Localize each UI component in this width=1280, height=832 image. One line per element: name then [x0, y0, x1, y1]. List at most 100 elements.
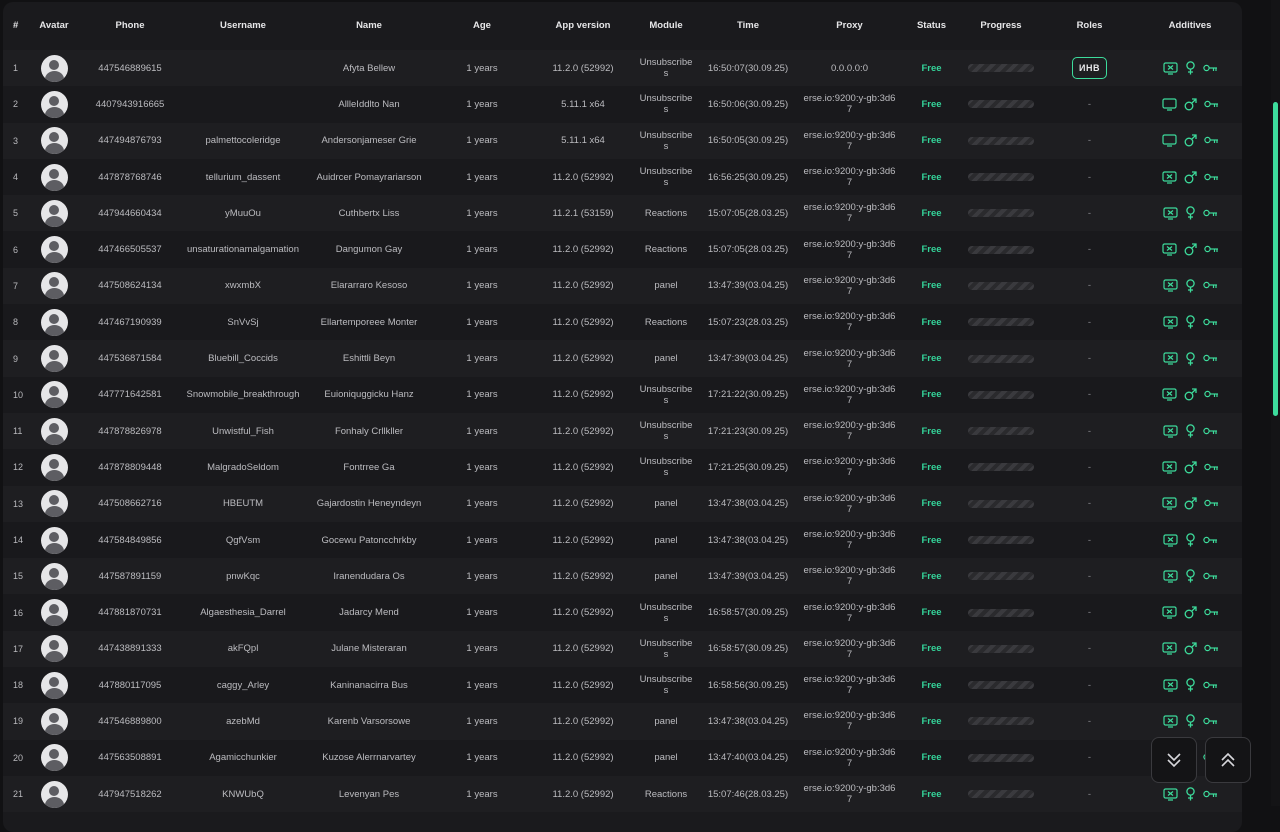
male-icon[interactable] — [1184, 170, 1197, 184]
male-icon[interactable] — [1184, 461, 1197, 474]
computer-x-icon[interactable] — [1161, 243, 1177, 256]
female-icon[interactable] — [1185, 424, 1196, 438]
avatar[interactable] — [40, 599, 68, 627]
computer-x-icon[interactable] — [1161, 388, 1177, 401]
table-row[interactable]: 10 447771642581 Snowmobile_breakthrough Eui… — [3, 376, 1242, 413]
table-row[interactable]: 8 447467190939 SnVvSj Ellartemporeee Monter… — [3, 304, 1242, 341]
female-icon[interactable] — [1185, 533, 1196, 547]
male-icon[interactable] — [1184, 134, 1197, 147]
key-icon[interactable] — [1202, 790, 1218, 799]
male-icon[interactable] — [1184, 497, 1197, 510]
header-num[interactable]: # — [3, 2, 29, 48]
key-icon[interactable] — [1202, 536, 1218, 545]
avatar[interactable] — [40, 707, 68, 735]
computer-x-icon[interactable] — [1162, 425, 1178, 438]
key-icon[interactable] — [1203, 173, 1219, 182]
computer-x-icon[interactable] — [1161, 606, 1177, 619]
male-icon[interactable] — [1184, 606, 1197, 619]
header-avatar[interactable]: Avatar — [29, 2, 79, 48]
key-icon[interactable] — [1202, 64, 1218, 73]
table-row[interactable]: 6 447466505537 unsaturationamalgamation Dan… — [3, 231, 1242, 268]
table-row[interactable]: 2 4407943916665 AllleIddlto Nan 1 years 5.11… — [3, 86, 1242, 123]
computer-x-icon[interactable] — [1162, 352, 1178, 365]
header-username[interactable]: Username — [181, 2, 305, 48]
key-icon[interactable] — [1202, 717, 1218, 726]
avatar[interactable] — [40, 562, 68, 590]
computer-x-icon[interactable] — [1162, 316, 1178, 329]
computer-x-icon[interactable] — [1161, 497, 1177, 510]
computer-x-icon[interactable] — [1161, 642, 1177, 655]
key-icon[interactable] — [1202, 572, 1218, 581]
key-icon[interactable] — [1203, 390, 1219, 399]
computer-x-icon[interactable] — [1162, 570, 1178, 583]
key-icon[interactable] — [1202, 427, 1218, 436]
female-icon[interactable] — [1185, 279, 1196, 293]
computer-x-icon[interactable] — [1161, 461, 1177, 474]
header-status[interactable]: Status — [900, 2, 963, 48]
key-icon[interactable] — [1203, 136, 1219, 145]
female-icon[interactable] — [1185, 678, 1196, 692]
key-icon[interactable] — [1203, 100, 1219, 109]
monitor-icon[interactable] — [1161, 98, 1177, 111]
female-icon[interactable] — [1185, 206, 1196, 220]
monitor-icon[interactable] — [1161, 134, 1177, 147]
avatar[interactable] — [40, 54, 68, 82]
female-icon[interactable] — [1185, 61, 1196, 75]
key-icon[interactable] — [1203, 463, 1219, 472]
header-app-version[interactable]: App version — [531, 2, 635, 48]
key-icon[interactable] — [1203, 245, 1219, 254]
computer-x-icon[interactable] — [1161, 170, 1177, 184]
header-additives[interactable]: Additives — [1140, 2, 1240, 48]
table-row[interactable]: 21 447947518262 KNWUbQ Levenyan Pes 1 years 1… — [3, 775, 1242, 813]
computer-x-icon[interactable] — [1162, 787, 1178, 801]
avatar[interactable] — [40, 127, 68, 155]
avatar[interactable] — [40, 90, 68, 118]
female-icon[interactable] — [1185, 351, 1196, 366]
female-icon[interactable] — [1185, 787, 1196, 801]
computer-x-icon[interactable] — [1162, 533, 1178, 547]
female-icon[interactable] — [1185, 315, 1196, 329]
header-name[interactable]: Name — [305, 2, 433, 48]
avatar[interactable] — [40, 308, 68, 336]
male-icon[interactable] — [1184, 98, 1197, 111]
table-row[interactable]: 9 447536871584 Bluebill_Coccids Eshittli Be… — [3, 340, 1242, 377]
male-icon[interactable] — [1184, 388, 1197, 401]
male-icon[interactable] — [1184, 642, 1197, 655]
table-row[interactable]: 20 447563508891 Agamicchunkier Kuzose Alerr… — [3, 739, 1242, 776]
key-icon[interactable] — [1203, 644, 1219, 653]
table-row[interactable]: 4 447878768746 tellurium_dassent Auidrcer P… — [3, 158, 1242, 196]
computer-x-icon[interactable] — [1162, 715, 1178, 728]
header-time[interactable]: Time — [697, 2, 799, 48]
key-icon[interactable] — [1202, 318, 1218, 327]
table-row[interactable]: 11 447878826978 Unwistful_Fish Fonhaly Crll… — [3, 412, 1242, 450]
table-row[interactable]: 5 447944660434 yMuuOu Cuthbertx Liss 1 years… — [3, 195, 1242, 232]
table-row[interactable]: 14 447584849856 QgfVsm Gocewu Patoncchrkby 1… — [3, 521, 1242, 559]
header-proxy[interactable]: Proxy — [799, 2, 900, 48]
computer-x-icon[interactable] — [1162, 62, 1178, 75]
avatar[interactable] — [40, 199, 68, 227]
key-icon[interactable] — [1203, 499, 1219, 508]
table-row[interactable]: 12 447878809448 MalgradoSeldom Fontrree Ga 1… — [3, 449, 1242, 486]
male-icon[interactable] — [1184, 243, 1197, 256]
female-icon[interactable] — [1185, 569, 1196, 583]
header-phone[interactable]: Phone — [79, 2, 181, 48]
avatar[interactable] — [40, 780, 68, 808]
table-row[interactable]: 15 447587891159 pnwKqc Iranendudara Os 1 yea… — [3, 558, 1242, 595]
avatar[interactable] — [40, 490, 68, 518]
header-age[interactable]: Age — [433, 2, 531, 48]
key-icon[interactable] — [1202, 354, 1218, 363]
key-icon[interactable] — [1202, 209, 1218, 218]
table-row[interactable]: 3 447494876793 palmettocoleridge Andersonja… — [3, 122, 1242, 159]
key-icon[interactable] — [1202, 681, 1218, 690]
scroll-down-button[interactable] — [1151, 737, 1197, 783]
table-row[interactable]: 19 447546889800 azebMd Karenb Varsorsowe 1 y… — [3, 703, 1242, 740]
avatar[interactable] — [40, 236, 68, 264]
computer-x-icon[interactable] — [1162, 679, 1178, 692]
header-progress[interactable]: Progress — [963, 2, 1039, 48]
avatar[interactable] — [40, 345, 68, 373]
header-roles[interactable]: Roles — [1039, 2, 1140, 48]
avatar[interactable] — [40, 453, 68, 481]
table-row[interactable]: 16 447881870731 Algaesthesia_Darrel Jadarcy… — [3, 594, 1242, 631]
header-module[interactable]: Module — [635, 2, 697, 48]
avatar[interactable] — [40, 526, 68, 554]
